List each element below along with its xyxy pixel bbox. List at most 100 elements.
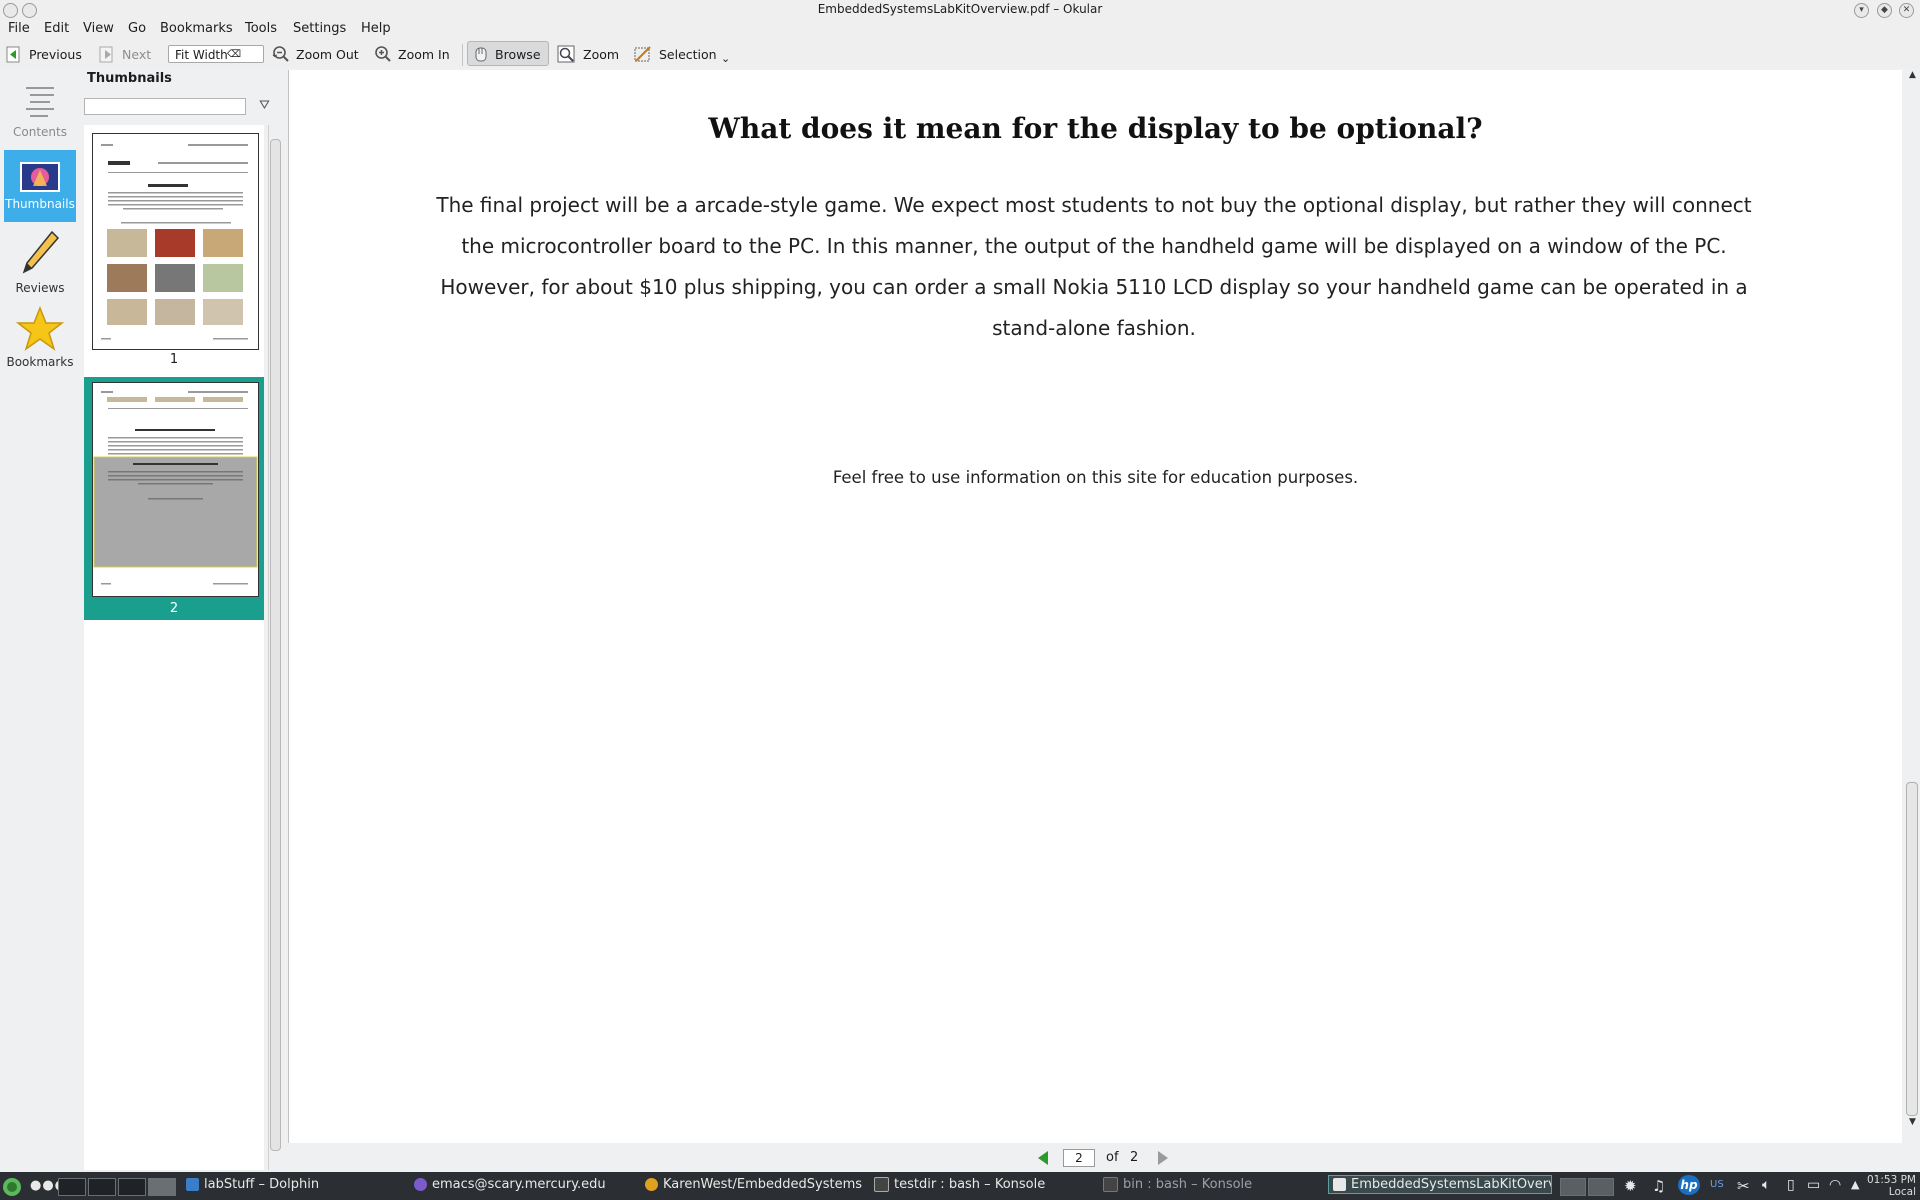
tools-icon[interactable]: ✂ xyxy=(1737,1177,1750,1195)
close-icon[interactable]: ✕ xyxy=(1899,3,1914,18)
virtual-desktop-4[interactable] xyxy=(148,1178,176,1196)
page-total: 2 xyxy=(1130,1150,1139,1165)
page-2-preview xyxy=(93,391,258,585)
clipboard-icon[interactable]: ▯ xyxy=(1787,1177,1795,1193)
bug-icon[interactable]: ✹ xyxy=(1624,1177,1637,1195)
konsole-icon xyxy=(1103,1177,1118,1192)
sidebar-item-bookmarks[interactable]: Bookmarks xyxy=(4,305,76,369)
dolphin-icon xyxy=(186,1178,199,1191)
menu-tools[interactable]: Tools xyxy=(245,21,277,36)
previous-label: Previous xyxy=(29,46,82,62)
scroll-up-icon[interactable]: ▲ xyxy=(1909,70,1916,80)
zoom-tool-button[interactable]: Zoom xyxy=(557,45,619,63)
sidebar-item-label: Thumbnails xyxy=(5,197,75,211)
thumbnail-scrollbar[interactable] xyxy=(268,125,281,1170)
menu-go[interactable]: Go xyxy=(128,21,146,36)
menu-edit[interactable]: Edit xyxy=(44,21,69,36)
zoom-out-button[interactable]: Zoom Out xyxy=(272,45,359,63)
document-viewport[interactable]: What does it mean for the display to be … xyxy=(288,70,1902,1143)
zoom-tool-label: Zoom xyxy=(583,46,620,62)
zoom-mode-value: Fit Width xyxy=(175,48,228,62)
taskbar: ●●● labStuff – Dolphin emacs@scary.mercu… xyxy=(0,1172,1920,1200)
task-dolphin[interactable]: labStuff – Dolphin xyxy=(186,1177,319,1192)
sidebar-item-reviews[interactable]: Reviews xyxy=(4,228,76,295)
zoom-in-button[interactable]: Zoom In xyxy=(374,45,450,63)
previous-button[interactable]: Previous xyxy=(5,45,82,63)
tray-expand-icon[interactable]: ▲ xyxy=(1851,1178,1859,1191)
wifi-icon[interactable]: ◠ xyxy=(1829,1177,1841,1193)
okular-icon xyxy=(1333,1178,1346,1191)
volume-icon[interactable]: 🔈︎ xyxy=(1762,1177,1770,1193)
page-navigation-bar: 2 of 2 xyxy=(288,1143,1920,1171)
task-chrome[interactable]: KarenWest/EmbeddedSystems xyxy=(645,1177,862,1192)
zoom-in-label: Zoom In xyxy=(398,46,450,62)
sidebar-item-label: Reviews xyxy=(15,281,65,295)
task-konsole-bin[interactable]: bin : bash – Konsole xyxy=(1103,1177,1252,1192)
task-label: emacs@scary.mercury.edu xyxy=(432,1177,606,1192)
previous-page-icon xyxy=(6,46,20,63)
app-launcher-icon[interactable] xyxy=(2,1177,22,1197)
contents-icon xyxy=(26,87,54,117)
task-okular[interactable]: EmbeddedSystemsLabKitOverv xyxy=(1328,1175,1552,1194)
hand-icon xyxy=(475,47,487,62)
menu-settings[interactable]: Settings xyxy=(293,21,346,36)
star-icon xyxy=(15,305,65,351)
sidebar-item-thumbnails[interactable]: Thumbnails xyxy=(4,150,76,222)
zoom-out-label: Zoom Out xyxy=(296,46,359,62)
thumbnail-search-input[interactable] xyxy=(84,98,246,115)
thumbnail-page-1[interactable] xyxy=(92,133,259,350)
filter-icon[interactable]: ⛛ xyxy=(259,98,270,113)
task-konsole-testdir[interactable]: testdir : bash – Konsole xyxy=(874,1177,1045,1192)
next-page-arrow-icon[interactable] xyxy=(1156,1150,1170,1166)
thumbnail-page-number: 1 xyxy=(169,352,179,367)
next-button[interactable]: Next xyxy=(98,45,151,63)
sidebar-item-contents[interactable]: Contents xyxy=(4,82,76,139)
thumbnail-scrollbar-handle[interactable] xyxy=(270,139,281,1151)
task-emacs[interactable]: emacs@scary.mercury.edu xyxy=(414,1177,606,1192)
browse-label: Browse xyxy=(495,46,541,62)
selection-tool-button[interactable]: Selection xyxy=(633,45,717,63)
thumbnail-page-number: 2 xyxy=(169,601,179,616)
keyboard-layout-indicator[interactable]: US xyxy=(1710,1179,1724,1190)
minimize-icon[interactable]: ▾ xyxy=(1854,3,1869,18)
music-note-icon[interactable]: ♫ xyxy=(1652,1177,1665,1195)
sidebar-item-label: Contents xyxy=(13,125,67,139)
selection-icon xyxy=(634,46,651,62)
next-label: Next xyxy=(122,46,152,62)
window-switcher-button[interactable] xyxy=(1588,1178,1614,1196)
scroll-down-icon[interactable]: ▼ xyxy=(1909,1117,1916,1127)
previous-page-arrow-icon[interactable] xyxy=(1036,1150,1050,1166)
toolbar-separator xyxy=(462,44,463,66)
thumbnails-panel-title: Thumbnails xyxy=(87,71,172,86)
virtual-desktop-3[interactable] xyxy=(118,1178,146,1196)
maximize-icon[interactable]: ◆ xyxy=(1877,3,1892,18)
virtual-desktop-1[interactable] xyxy=(58,1178,86,1196)
toolbar-overflow-icon[interactable]: ⌄ xyxy=(721,52,730,65)
next-page-icon xyxy=(99,46,113,63)
menu-bookmarks[interactable]: Bookmarks xyxy=(160,21,233,36)
virtual-desktop-2[interactable] xyxy=(88,1178,116,1196)
window-titlebar: EmbeddedSystemsLabKitOverview.pdf – Okul… xyxy=(0,0,1920,20)
battery-icon[interactable]: ▭ xyxy=(1807,1177,1820,1193)
document-scrollbar-handle[interactable] xyxy=(1906,782,1918,1116)
sidebar-item-label: Bookmarks xyxy=(6,355,74,369)
clear-icon[interactable]: ⌫ xyxy=(227,46,241,64)
page-footer-text: Feel free to use information on this sit… xyxy=(832,468,1359,487)
task-label: testdir : bash – Konsole xyxy=(894,1177,1046,1192)
zoom-mode-select[interactable]: Fit Width ⌫ ⌄ xyxy=(168,45,279,64)
task-label: KarenWest/EmbeddedSystems xyxy=(663,1177,863,1192)
thumbnails-icon xyxy=(20,162,60,192)
browse-tool[interactable]: Browse xyxy=(473,45,541,63)
menu-file[interactable]: File xyxy=(8,21,30,36)
menu-view[interactable]: View xyxy=(83,21,114,36)
thumbnail-page-2[interactable] xyxy=(92,382,259,597)
task-label: labStuff – Dolphin xyxy=(204,1177,320,1192)
hp-icon[interactable]: hp xyxy=(1678,1175,1700,1195)
zoom-in-icon xyxy=(375,46,391,62)
page-number-input[interactable]: 2 xyxy=(1063,1149,1095,1167)
menu-help[interactable]: Help xyxy=(361,21,391,36)
page-1-preview xyxy=(101,144,248,340)
clock[interactable]: 01:53 PM Local xyxy=(1867,1174,1916,1198)
document-scrollbar[interactable]: ▲ ▼ xyxy=(1903,70,1920,1143)
show-desktop-button[interactable] xyxy=(1560,1178,1586,1196)
